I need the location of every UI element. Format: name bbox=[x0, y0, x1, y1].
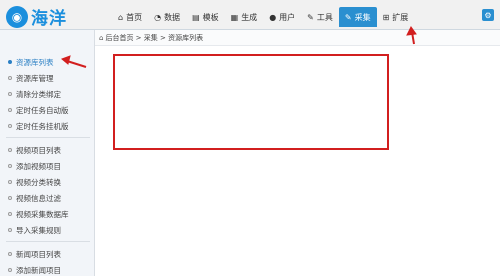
annotation-arrows bbox=[61, 26, 417, 68]
arrow-to-sidebar-item bbox=[61, 55, 87, 68]
arrow-to-collect-tab bbox=[406, 26, 417, 45]
